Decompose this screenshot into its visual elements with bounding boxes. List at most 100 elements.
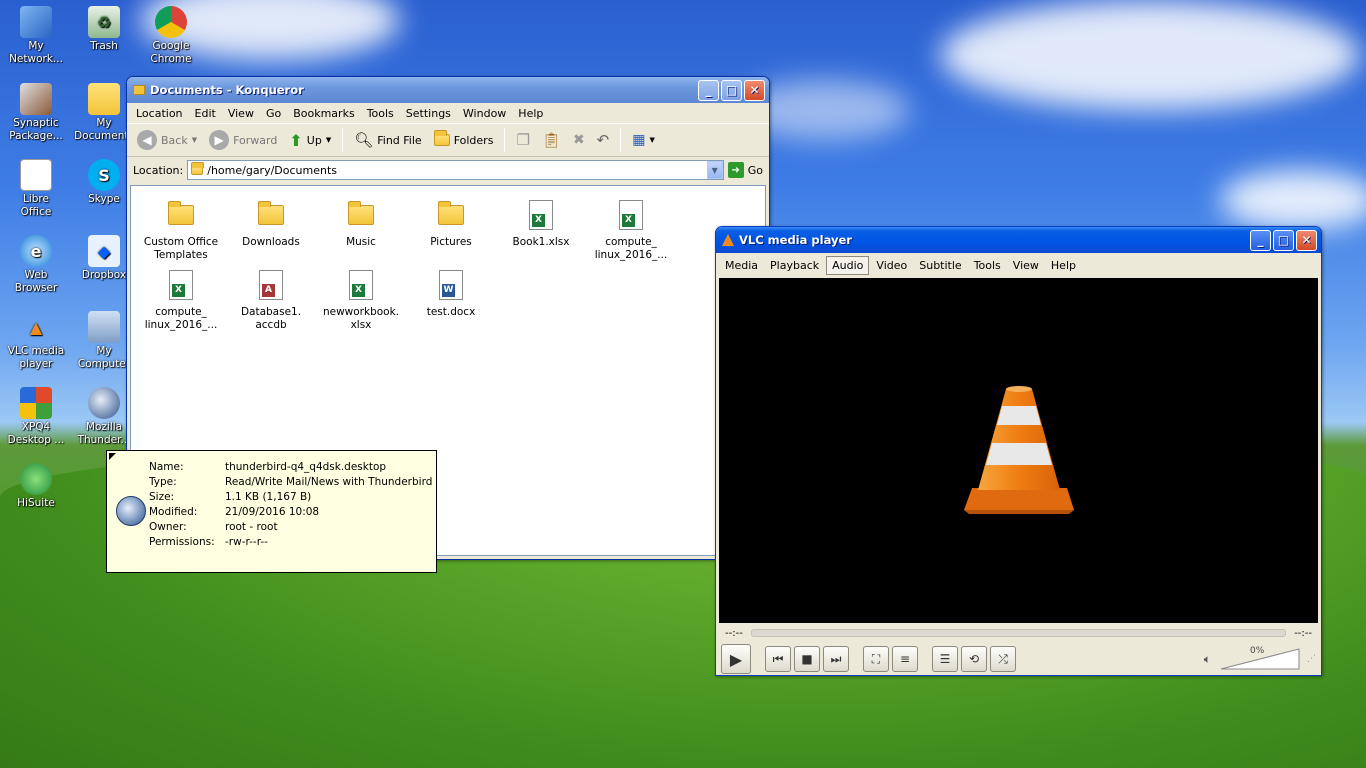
resize-grip-icon[interactable]: ⋰ — [1307, 654, 1316, 664]
file-item[interactable]: Pictures — [407, 198, 495, 249]
skype-icon: S — [88, 159, 120, 191]
desktop-icon-trash[interactable]: ♻ Trash — [70, 6, 138, 53]
file-name: newworkbook. xlsx — [322, 306, 400, 331]
tooltip-value: 21/09/2016 10:08 — [225, 506, 320, 518]
find-file-button[interactable]: 🔍︎ Find File — [350, 129, 426, 151]
file-name: Pictures — [430, 236, 472, 248]
view-mode-button[interactable]: ▦ ▼ — [628, 130, 659, 150]
konqueror-menu-tools[interactable]: Tools — [362, 105, 399, 122]
desktop-icon-vlc[interactable]: ▲ VLC media player — [2, 311, 70, 371]
file-item[interactable]: A Database1. accdb — [227, 268, 315, 332]
konqueror-menu-go[interactable]: Go — [261, 105, 286, 122]
excel-file-icon: X — [344, 268, 378, 302]
copy-button[interactable]: ❐ — [512, 129, 533, 151]
previous-button[interactable]: ⏮ — [765, 646, 791, 672]
konqueror-menu-edit[interactable]: Edit — [190, 105, 221, 122]
libreoffice-icon — [20, 159, 52, 191]
file-item[interactable]: Music — [317, 198, 405, 249]
file-name: compute_ linux_2016_... — [144, 306, 218, 331]
delete-button[interactable]: ✖ — [569, 130, 589, 150]
minimize-button[interactable]: _ — [1250, 229, 1271, 251]
konqueror-menu-view[interactable]: View — [223, 105, 259, 122]
vlc-menu-view[interactable]: View — [1008, 257, 1044, 274]
go-button[interactable]: Go — [748, 164, 763, 177]
file-item[interactable]: Xnewworkbook. xlsx — [317, 268, 405, 332]
maximize-button[interactable]: □ — [721, 79, 742, 101]
up-button[interactable]: ⬆ Up ▼ — [285, 129, 335, 152]
minimize-button[interactable]: _ — [698, 79, 719, 101]
tooltip-key: Size: — [149, 491, 175, 503]
extended-settings-button[interactable]: ≡ — [892, 646, 918, 672]
vlc-menu-help[interactable]: Help — [1046, 257, 1081, 274]
folder-icon — [133, 85, 145, 95]
desktop-icon-hisuite[interactable]: HiSuite — [2, 463, 70, 510]
maximize-button[interactable]: □ — [1273, 229, 1294, 251]
folders-button[interactable]: Folders — [430, 130, 498, 149]
elapsed-time: --:-- — [725, 627, 743, 639]
playlist-button[interactable]: ☰ — [932, 646, 958, 672]
konqueror-menu-location[interactable]: Location — [131, 105, 188, 122]
back-button[interactable]: ◀ Back ▼ — [133, 128, 201, 152]
location-label: Location: — [133, 163, 184, 177]
tooltip-row: Owner: root - root — [149, 521, 278, 533]
excel-file-icon: X — [524, 198, 558, 232]
seek-slider[interactable] — [750, 629, 1287, 637]
konqueror-menu-bookmarks[interactable]: Bookmarks — [288, 105, 359, 122]
desktop-icon-xpq4[interactable]: XPQ4 Desktop ... — [2, 387, 70, 447]
location-dropdown-button[interactable]: ▼ — [706, 161, 723, 179]
file-name: Custom Office Templates — [143, 236, 219, 261]
go-arrow-icon[interactable]: ➜ — [727, 162, 744, 178]
location-input[interactable]: /home/gary/Documents ▼ — [187, 160, 724, 180]
loop-icon: ⟲ — [968, 652, 980, 666]
vlc-menu-subtitle[interactable]: Subtitle — [914, 257, 966, 274]
speaker-icon[interactable]: 🔈︎ — [1204, 652, 1211, 667]
shuffle-button[interactable]: ⤮ — [990, 646, 1016, 672]
vlc-menu-playback[interactable]: Playback — [765, 257, 824, 274]
dropdown-arrow-icon: ▼ — [325, 136, 332, 144]
desktop-icon-label: Google Chrome — [150, 40, 192, 65]
close-button[interactable]: ✕ — [744, 79, 765, 101]
paste-button[interactable]: 📋︎ — [538, 129, 565, 151]
konqueror-titlebar[interactable]: Documents - Konqueror _ □ ✕ — [127, 77, 769, 103]
dropdown-arrow-icon: ▼ — [191, 136, 198, 144]
excel-file-icon: X — [164, 268, 198, 302]
desktop-icon-network[interactable]: My Network... — [2, 6, 70, 66]
vlc-menu-audio[interactable]: Audio — [826, 255, 870, 275]
file-item[interactable]: Xcompute_ linux_2016_... — [587, 198, 675, 262]
file-item[interactable]: Xcompute_ linux_2016_... — [137, 268, 225, 332]
vlc-menu-video[interactable]: Video — [871, 257, 912, 274]
file-item[interactable]: Downloads — [227, 198, 315, 249]
file-item[interactable]: Custom Office Templates — [137, 198, 225, 262]
desktop-icon-libreoffice[interactable]: Libre Office — [2, 159, 70, 219]
file-item[interactable]: Wtest.docx — [407, 268, 495, 319]
forward-button[interactable]: ▶ Forward — [205, 128, 281, 152]
loop-button[interactable]: ⟲ — [961, 646, 987, 672]
file-item[interactable]: X Book1.xlsx — [497, 198, 585, 249]
desktop-icon-ie[interactable]: e Web Browser — [2, 235, 70, 295]
desktop-icon-synaptic[interactable]: Synaptic Package... — [2, 83, 70, 143]
konqueror-menu-window[interactable]: Window — [458, 105, 511, 122]
vlc-menu-media[interactable]: Media — [720, 257, 763, 274]
file-name: Database1. accdb — [240, 306, 302, 331]
tooltip-row: Modified: 21/09/2016 10:08 — [149, 506, 319, 518]
desktop-icon-chrome[interactable]: Google Chrome — [137, 6, 205, 66]
find-file-label: Find File — [377, 133, 422, 147]
vlc-titlebar[interactable]: VLC media player _ □ ✕ — [716, 227, 1321, 253]
close-button[interactable]: ✕ — [1296, 229, 1317, 251]
dropbox-icon: ◆ — [88, 235, 120, 267]
fullscreen-button[interactable]: ⛶ — [863, 646, 889, 672]
konqueror-menu-help[interactable]: Help — [513, 105, 548, 122]
document-page: X — [349, 270, 373, 300]
video-area[interactable] — [719, 278, 1318, 623]
stop-button[interactable]: ■ — [794, 646, 820, 672]
file-name: Book1.xlsx — [512, 236, 570, 248]
undo-button[interactable]: ↶ — [593, 129, 614, 151]
tooltip-key: Permissions: — [149, 536, 215, 548]
tooltip-key: Name: — [149, 461, 184, 473]
word-badge-icon: W — [442, 284, 455, 297]
konqueror-menu-settings[interactable]: Settings — [401, 105, 456, 122]
next-button[interactable]: ⏭ — [823, 646, 849, 672]
play-button[interactable]: ▶ — [721, 644, 751, 674]
vlc-menu-tools[interactable]: Tools — [969, 257, 1006, 274]
volume-slider[interactable]: 0% — [1220, 646, 1300, 670]
